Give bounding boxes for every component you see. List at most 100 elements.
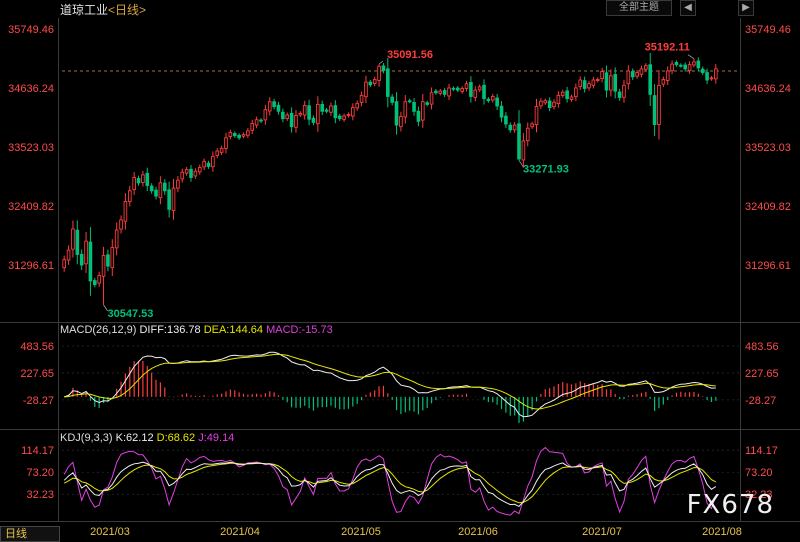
candle-body — [495, 97, 499, 107]
candle-body — [425, 102, 429, 105]
candle-body — [372, 79, 377, 84]
candle-body — [154, 189, 158, 197]
period-tab-daily[interactable]: 日线 — [0, 526, 60, 542]
candle-body — [407, 100, 412, 103]
date-tick: 2021/07 — [582, 526, 622, 538]
candle-body — [429, 92, 434, 105]
candle-body — [337, 115, 342, 120]
kdj-tick-right: 73.20 — [745, 467, 773, 479]
kdj-k-value: K:62.12 — [115, 432, 154, 444]
candle-body — [272, 101, 276, 107]
candle-body — [416, 110, 421, 122]
candle-body — [403, 101, 408, 118]
candle-body — [635, 72, 639, 77]
date-tick: 2021/05 — [341, 526, 381, 538]
candle-body — [394, 101, 399, 126]
candle-body — [176, 179, 180, 189]
candle-body — [420, 101, 425, 121]
candle-body — [530, 123, 534, 128]
macd-tick-right: -28.27 — [745, 395, 776, 407]
candle-body — [92, 280, 97, 286]
candle-body — [171, 187, 176, 212]
candle-body — [211, 155, 215, 168]
candle-body — [482, 84, 486, 100]
price-tick-left: 32409.82 — [8, 201, 54, 213]
candle-body — [224, 137, 228, 149]
candle-body — [525, 127, 530, 142]
candle-body — [106, 254, 110, 267]
candle-body — [569, 96, 574, 100]
candle-body — [455, 87, 460, 91]
candle-body — [97, 275, 101, 284]
candle-body — [316, 103, 320, 125]
kdj-k-line — [63, 461, 717, 508]
candle-body — [591, 79, 596, 86]
candle-body — [101, 255, 106, 277]
candle-body — [136, 178, 141, 184]
candle-body — [75, 229, 80, 255]
macd-tick-right: 227.65 — [745, 368, 779, 380]
annotation-pointer — [378, 60, 384, 65]
candle-body — [320, 103, 325, 112]
macd-tick-left: 227.65 — [20, 368, 54, 380]
macd-diff-value: DIFF:136.78 — [139, 324, 201, 336]
candle-body — [342, 115, 346, 120]
candle-body — [661, 79, 666, 85]
candle-body — [674, 62, 679, 66]
candle-body — [88, 241, 93, 282]
candle-body — [543, 100, 548, 104]
candle-body — [311, 117, 316, 123]
candle-body — [267, 101, 272, 112]
candle-body — [412, 102, 416, 112]
kdj-tick-left: 32.23 — [26, 489, 54, 501]
kdj-tick-right: 114.17 — [745, 445, 778, 457]
candle-body — [604, 72, 609, 91]
candle-body — [333, 105, 338, 119]
candle-body — [670, 63, 674, 72]
price-chart[interactable]: 35091.56 35192.11 33271.93 30547.53 35749.4… — [0, 0, 800, 542]
candle-body — [377, 65, 381, 81]
candle-body — [346, 114, 351, 116]
candle-body — [62, 259, 66, 269]
candle-body — [499, 105, 504, 118]
candle-body — [184, 169, 189, 174]
candle-body — [714, 68, 718, 80]
candle-body — [626, 70, 631, 85]
candle-body — [359, 94, 364, 103]
macd-macd-value: MACD:-15.73 — [266, 324, 333, 336]
candle-body — [180, 171, 185, 180]
candle-body — [285, 114, 290, 119]
candle-body — [289, 112, 294, 128]
candle-body — [167, 189, 171, 210]
candle-body — [477, 86, 482, 91]
macd-dea-value: DEA:144.64 — [203, 324, 264, 336]
candle-body — [145, 172, 150, 186]
candle-body — [307, 105, 311, 120]
candle-body — [219, 147, 224, 153]
candles-group — [62, 53, 718, 305]
candle-body — [700, 68, 705, 74]
candle-body — [193, 170, 198, 177]
candle-body — [679, 64, 683, 67]
candle-body — [630, 71, 635, 78]
candle-body — [84, 240, 88, 265]
candle-body — [486, 98, 491, 102]
candle-body — [329, 105, 333, 113]
candle-body — [127, 190, 132, 202]
candle-body — [600, 71, 604, 79]
macd-tick-right: 483.56 — [745, 341, 779, 353]
date-tick: 2021/08 — [702, 526, 742, 538]
candle-body — [364, 81, 368, 98]
candle-body — [141, 174, 145, 183]
candle-body — [534, 106, 539, 126]
candle-body — [705, 72, 709, 81]
macd-title: MACD(26,12,9) — [60, 324, 137, 336]
candle-body — [351, 107, 355, 117]
candle-body — [399, 116, 403, 128]
annotation-label: 30547.53 — [108, 308, 154, 320]
candle-body — [158, 182, 163, 199]
candle-body — [665, 70, 670, 81]
candle-body — [149, 185, 154, 192]
candle-body — [469, 82, 473, 97]
candle-body — [574, 87, 578, 98]
